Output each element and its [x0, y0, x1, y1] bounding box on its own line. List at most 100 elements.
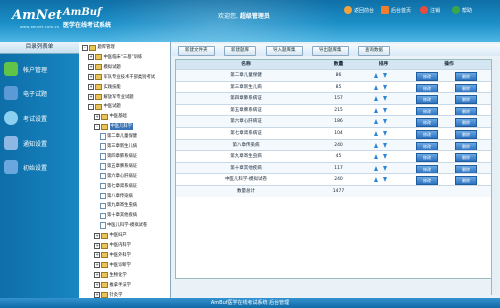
tree-node[interactable]: + 中医外科学	[94, 252, 131, 259]
exam-icon	[4, 86, 18, 100]
query-data-button[interactable]: 查询数据	[358, 46, 390, 56]
tree-node[interactable]: + 生物化学	[94, 272, 127, 279]
folder-icon	[101, 123, 108, 130]
move-up-icon[interactable]	[374, 177, 378, 183]
column-header-sort: 排序	[361, 60, 406, 69]
move-down-icon[interactable]	[383, 131, 387, 136]
expand-icon[interactable]: +	[88, 94, 94, 100]
new-folder-button[interactable]: 新建文件夹	[178, 46, 215, 56]
help-icon	[452, 6, 460, 14]
sidebar-item-account[interactable]: 帐户管理	[4, 60, 77, 78]
tree-node[interactable]: + 推拿手法学	[94, 282, 131, 289]
nav-label: 帮助	[462, 7, 473, 14]
move-up-icon[interactable]	[374, 142, 378, 148]
move-up-icon[interactable]	[374, 96, 378, 102]
sidebar-item-exam[interactable]: 电子试题	[4, 84, 77, 102]
tree-node-label: 中医妇产	[109, 233, 127, 239]
move-down-icon[interactable]	[383, 154, 387, 160]
home-icon	[344, 6, 352, 14]
row-count: 215	[334, 107, 343, 113]
sidebar-item-notice[interactable]: 通知设置	[4, 134, 77, 152]
tree-node[interactable]: - 中医儿科学	[94, 123, 133, 131]
move-up-icon[interactable]	[374, 119, 378, 125]
table-row: 第五章脾系病证 215 修改 删除	[176, 103, 492, 116]
welcome-user: 超级管理员	[239, 13, 270, 20]
move-down-icon[interactable]	[383, 142, 387, 148]
scrollbar[interactable]	[491, 59, 499, 295]
app-title: 医学在线考试系统	[63, 22, 112, 29]
expand-icon[interactable]: +	[94, 272, 100, 279]
expand-icon[interactable]: +	[94, 262, 100, 269]
tree-node[interactable]: + 中医诊断学	[94, 262, 131, 269]
move-up-icon[interactable]	[374, 165, 378, 171]
document-icon	[100, 153, 106, 160]
tree-node[interactable]: + 中医内科学	[94, 242, 131, 249]
nav-home-front[interactable]: 返回前台	[344, 5, 374, 15]
collapse-icon[interactable]: -	[94, 123, 100, 130]
nav-admin-home[interactable]: 后台首页	[381, 5, 411, 15]
folder-icon	[89, 44, 96, 51]
tree-node[interactable]: - 题库管理	[82, 44, 115, 51]
move-down-icon[interactable]	[383, 84, 387, 90]
collapse-icon[interactable]: -	[88, 103, 94, 110]
move-down-icon[interactable]	[383, 73, 387, 78]
tree-node[interactable]: 第七章肾系病证	[100, 182, 137, 190]
tree-node[interactable]: + 解放军专业试题	[88, 94, 134, 101]
move-down-icon[interactable]	[383, 119, 387, 125]
tree-node[interactable]: 中医儿科学-模拟试卷	[100, 222, 147, 229]
expand-icon[interactable]: +	[88, 84, 94, 91]
init-icon	[4, 160, 18, 174]
move-down-icon[interactable]	[383, 177, 387, 183]
row-name: 第四章肺系病证	[230, 96, 262, 102]
expand-icon[interactable]: +	[88, 54, 94, 61]
tree-node[interactable]: 第二章儿童保健	[100, 133, 137, 140]
tree-node-label: 中医基础	[109, 114, 127, 120]
footer: AmBuf医学在线考试系统 后台管理	[0, 298, 500, 308]
tree-node[interactable]: 第十章其他疾病	[100, 212, 137, 220]
move-down-icon[interactable]	[383, 165, 387, 171]
tree-node[interactable]: + 中医妇产	[94, 232, 127, 239]
expand-icon[interactable]: +	[88, 64, 94, 71]
import-bank-button[interactable]: 导入题库集	[266, 46, 303, 56]
expand-icon[interactable]: +	[94, 113, 100, 120]
sidebar-title: 目录列表单	[0, 42, 79, 54]
sidebar-item-exam-settings[interactable]: 考试设置	[4, 109, 77, 127]
move-up-icon[interactable]	[374, 154, 378, 160]
move-up-icon[interactable]	[374, 84, 378, 90]
tree-node-label: 实践技能	[103, 84, 121, 90]
row-count: 240	[334, 142, 343, 148]
move-down-icon[interactable]	[383, 96, 387, 102]
new-bank-button[interactable]: 新建题库	[224, 46, 256, 56]
tree-node-label: 中医内科学	[109, 243, 131, 248]
expand-icon[interactable]: +	[94, 282, 100, 289]
tree-node[interactable]: + 实践技能	[88, 84, 121, 91]
move-down-icon[interactable]	[383, 107, 387, 113]
tree-node[interactable]: + 中医基础	[94, 113, 127, 120]
tree-node[interactable]: 第八章传染病	[100, 192, 133, 200]
sidebar-item-label: 帐户管理	[23, 66, 48, 74]
tree-node[interactable]: 第三章新生儿病	[100, 143, 137, 150]
move-up-icon[interactable]	[374, 73, 378, 78]
nav-help[interactable]: 帮助	[452, 5, 472, 15]
tree-node[interactable]: - 中医试题	[88, 103, 121, 110]
sidebar-item-init[interactable]: 初始设置	[4, 158, 77, 176]
move-up-icon[interactable]	[374, 131, 378, 136]
expand-icon[interactable]: +	[94, 252, 100, 259]
expand-icon[interactable]: +	[94, 232, 100, 239]
nav-logout[interactable]: 注销	[420, 5, 440, 15]
tree-node[interactable]: 第六章心肝病证	[100, 172, 137, 180]
tree-node[interactable]: + 模拟试题	[88, 64, 121, 71]
folder-icon	[101, 113, 108, 120]
tree-node[interactable]: 第四章肺系病证	[100, 153, 137, 160]
row-count: 45	[335, 154, 342, 160]
expand-icon[interactable]: +	[94, 242, 100, 249]
tree-node[interactable]: + 军队专业技术干部类别考试	[88, 74, 155, 81]
tree-node[interactable]: 第九章寄生虫病	[100, 202, 137, 210]
expand-icon[interactable]: +	[88, 74, 94, 81]
collapse-icon[interactable]: -	[82, 44, 88, 51]
tree-node[interactable]: + 中医临床“三基”训练	[88, 54, 142, 61]
export-bank-button[interactable]: 导出题库集	[312, 46, 349, 56]
move-up-icon[interactable]	[374, 107, 378, 113]
tree-node[interactable]: 第五章脾系病证	[100, 163, 137, 170]
row-count: 85	[335, 84, 342, 90]
